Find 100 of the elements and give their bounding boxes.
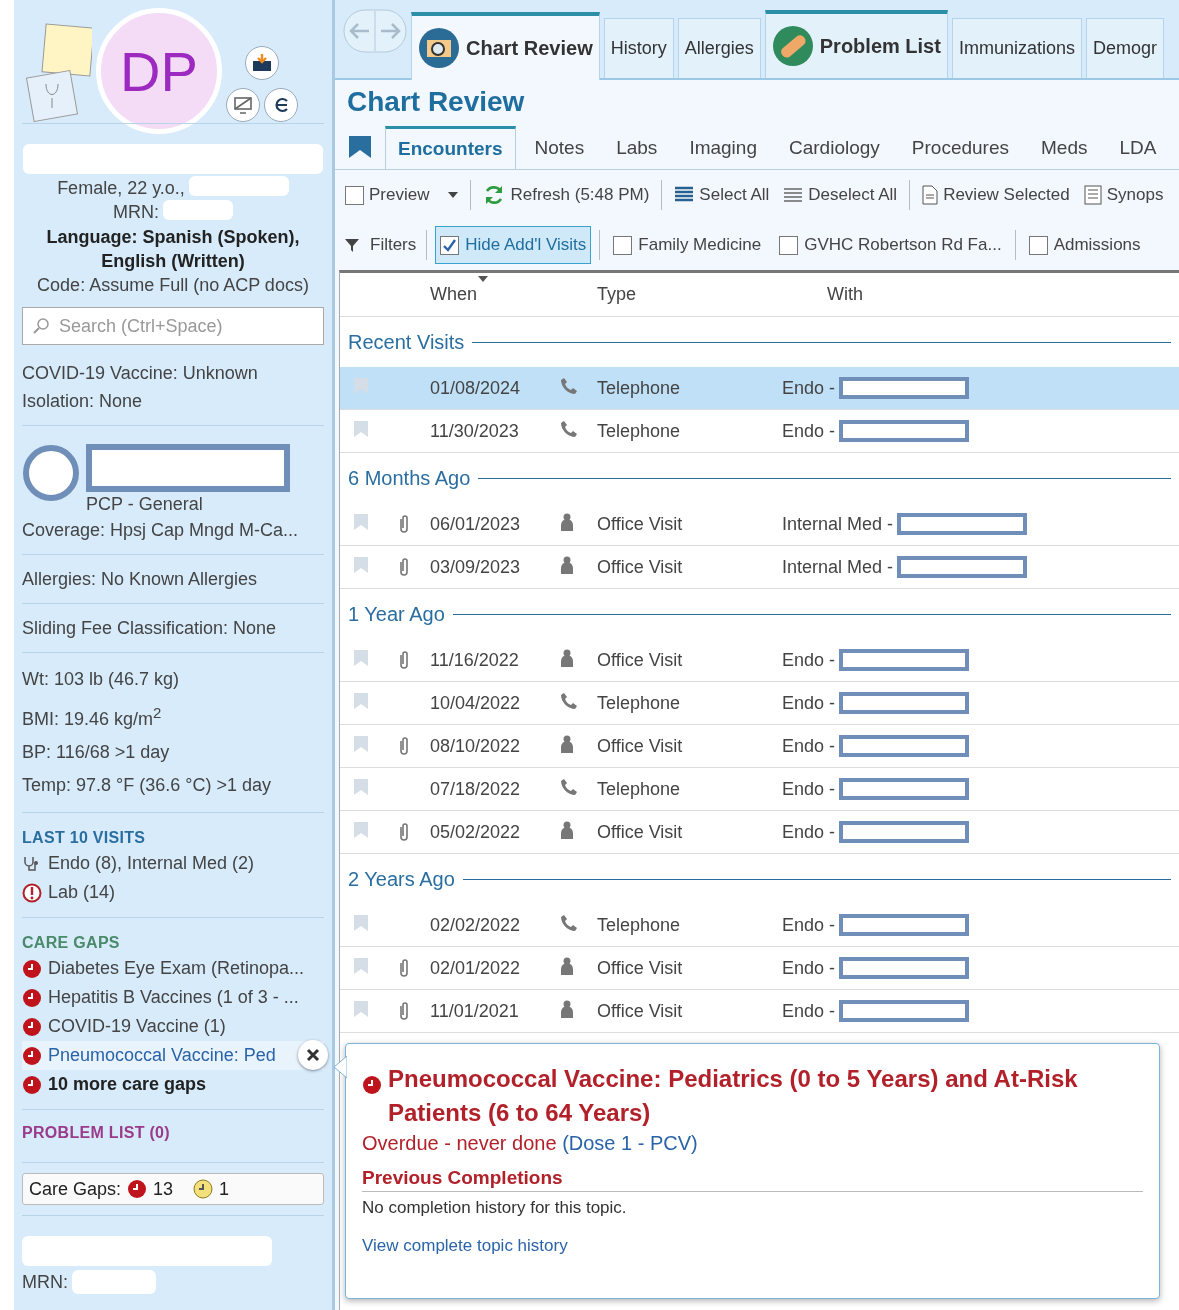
flag-icon	[352, 691, 370, 710]
sliding-fee-text: Sliding Fee Classification: None	[22, 617, 278, 641]
redaction-mark	[163, 200, 233, 221]
subtab[interactable]: Encounters	[385, 126, 516, 170]
paperclip-icon	[397, 736, 411, 756]
patient-summary: Female, 22 y.o.,	[57, 177, 185, 200]
visit-summary[interactable]: Lab (14)	[48, 882, 116, 904]
person-icon	[560, 512, 574, 531]
filter-checkbox[interactable]: GVHC Robertson Rd Fa...	[774, 226, 1007, 264]
filters-button[interactable]: Filters	[343, 231, 419, 259]
language-text: Language: Spanish (Spoken), English (Written)	[45, 225, 301, 273]
care-gaps-summary[interactable]: Care Gaps: 13 1	[22, 1173, 324, 1206]
more-link[interactable]: 10 more care gaps	[48, 1074, 207, 1096]
e-icon[interactable]	[264, 88, 298, 122]
encounter-row[interactable]: 01/08/2024 Telephone Endo -	[340, 367, 1179, 410]
tab[interactable]: Demogr	[1085, 18, 1164, 78]
toolbar-button[interactable]: Review Selected	[920, 181, 1072, 209]
avatar[interactable]: DP	[96, 8, 222, 134]
subtab[interactable]: Meds	[1028, 126, 1101, 170]
paperclip-icon	[397, 557, 411, 577]
search-field[interactable]: Search (Ctrl+Space)	[22, 307, 324, 346]
filter-checkbox[interactable]: Hide Add'l Visits	[435, 226, 592, 264]
subtab[interactable]: Notes	[521, 126, 598, 170]
flag-icon	[352, 419, 370, 438]
phone-icon	[560, 691, 578, 710]
caret-icon[interactable]	[448, 192, 459, 198]
clock-icon	[127, 1179, 148, 1200]
subtab[interactable]: Imaging	[676, 126, 770, 170]
toolbar-button[interactable]: Deselect All	[781, 181, 900, 209]
count-text: 1	[219, 1179, 230, 1200]
flag-icon	[352, 555, 370, 574]
paperclip-icon	[397, 514, 411, 534]
mrn-label: MRN:	[22, 1272, 68, 1293]
code-status: Code: Assume Full (no ACP docs)	[36, 274, 310, 298]
toolbar-button[interactable]: Synops	[1081, 181, 1166, 209]
filter-checkbox[interactable]: Family Medicine	[608, 226, 767, 264]
column-header[interactable]: With	[827, 284, 1179, 305]
subtab[interactable]: Cardiology	[776, 126, 893, 170]
section-heading: LAST 10 VISITS	[22, 829, 147, 848]
date-cell: 05/02/2022	[430, 821, 521, 843]
tab[interactable]: Allergies	[677, 18, 761, 78]
sort-icon	[478, 276, 488, 282]
flag-icon	[352, 512, 370, 531]
person-icon	[560, 734, 574, 753]
provider-cell: Endo -	[782, 821, 836, 843]
phone-icon	[560, 376, 578, 395]
care-gap-link[interactable]: Hepatitis B Vaccines (1 of 3 - ...	[48, 987, 299, 1009]
bandage-icon	[771, 25, 814, 67]
type-cell: Office Visit	[597, 957, 683, 979]
document-icon	[922, 185, 939, 205]
provider-cell: Endo -	[782, 957, 836, 979]
type-cell: Office Visit	[597, 735, 683, 757]
pcp-role: PCP - General	[86, 493, 204, 517]
history-link[interactable]: View complete topic history	[362, 1236, 568, 1256]
section-heading: Previous Completions	[362, 1167, 1143, 1192]
tab[interactable]: Immunizations	[951, 18, 1082, 78]
column-header[interactable]: Type	[597, 284, 827, 305]
column-header[interactable]: When	[430, 284, 597, 305]
provider-cell: Endo -	[782, 778, 836, 800]
care-gap-link[interactable]: Diabetes Eye Exam (Retinopa...	[48, 958, 305, 980]
close-icon	[306, 1048, 320, 1063]
provider-cell: Endo -	[782, 649, 836, 671]
group-label: Recent Visits	[348, 330, 465, 354]
toolbar-button[interactable]: Select All	[672, 181, 772, 209]
care-gap-link[interactable]: COVID-19 Vaccine (1)	[48, 1016, 226, 1038]
check-icon	[442, 237, 458, 253]
document-icon	[1083, 185, 1102, 205]
vital-sign: Temp: 97.8 °F (36.6 °C) >1 day	[22, 774, 272, 798]
search-icon	[32, 317, 50, 336]
preview-checkbox[interactable]: Preview	[343, 181, 461, 209]
popup-title: Pneumococcal Vaccine: Pediatrics (0 to 5 Years) and At-Risk Patients (6 to 64 Years)	[388, 1064, 1079, 1128]
close-button[interactable]	[298, 1040, 328, 1071]
list-icon	[674, 186, 695, 204]
visit-summary[interactable]: Endo (8), Internal Med (2)	[48, 853, 255, 875]
section-heading: CARE GAPS	[22, 934, 121, 953]
page-title: Chart Review	[346, 85, 526, 119]
provider-cell: Endo -	[782, 420, 836, 442]
subtab[interactable]: LDA	[1106, 126, 1170, 170]
date-cell: 11/30/2023	[430, 420, 519, 442]
subtab[interactable]: Labs	[603, 126, 671, 170]
bookmark-icon[interactable]	[347, 133, 373, 160]
tab[interactable]: Chart Review	[411, 12, 600, 80]
paperclip-icon	[397, 650, 411, 670]
group-label: 6 Months Ago	[348, 466, 471, 490]
section-heading: PROBLEM LIST (0)	[22, 1124, 171, 1143]
status-text: Isolation: None	[22, 390, 144, 414]
subtab[interactable]: Procedures	[898, 126, 1022, 170]
date-cell: 01/08/2024	[430, 377, 521, 399]
flag-icon	[352, 956, 370, 975]
provider-cell: Endo -	[782, 377, 836, 399]
inbox-icon[interactable]	[245, 46, 279, 80]
date-cell: 11/01/2021	[430, 1000, 519, 1022]
tab[interactable]: Problem List	[764, 10, 948, 78]
filter-checkbox[interactable]: Admissions	[1023, 226, 1146, 264]
summary-label: Care Gaps:	[29, 1179, 122, 1200]
monitor-icon[interactable]	[226, 88, 260, 122]
toolbar-button[interactable]: Refresh (5:48 PM)	[481, 180, 652, 210]
flag-icon	[352, 777, 370, 796]
tab[interactable]: History	[603, 18, 674, 78]
coverage-text: Coverage: Hpsj Cap Mngd M-Ca...	[22, 519, 300, 543]
